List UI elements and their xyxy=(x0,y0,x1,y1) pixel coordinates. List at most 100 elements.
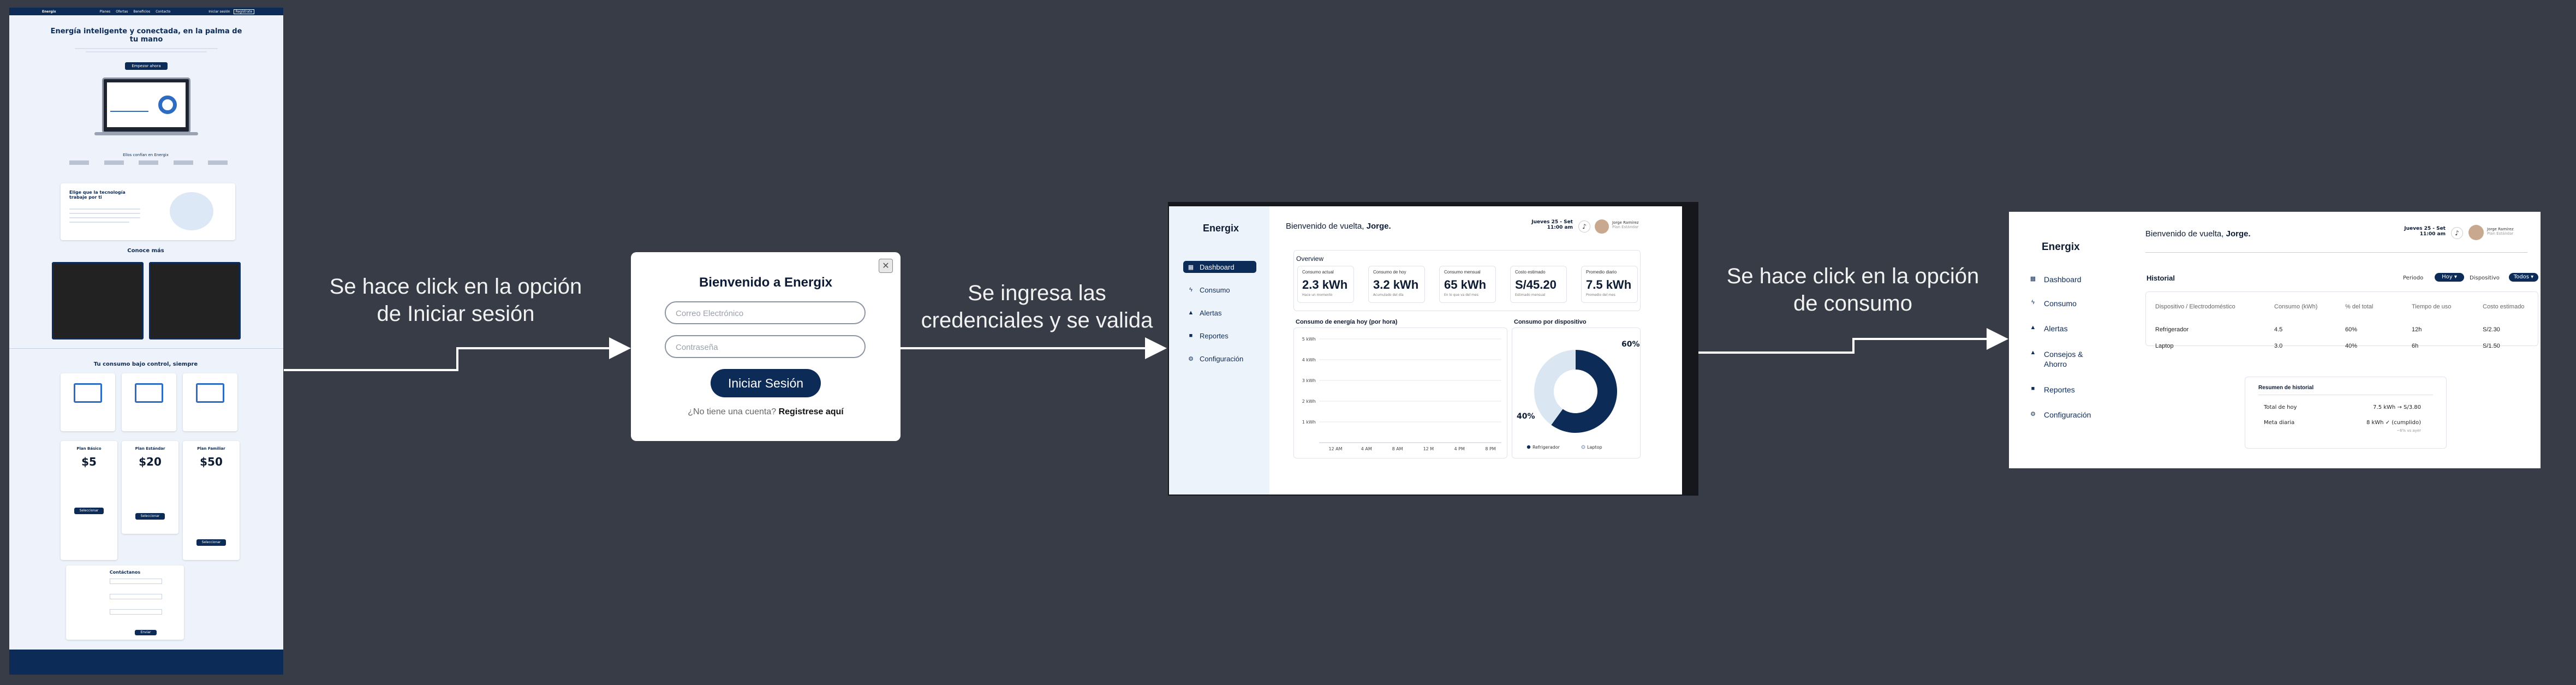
table-cell: S/2.30 xyxy=(2483,326,2500,333)
plan-price: $20 xyxy=(139,455,162,468)
password-field[interactable]: Contraseña xyxy=(665,335,866,358)
pie-chart-title: Consumo por dispositivo xyxy=(1514,319,1587,325)
landing-hero-title: Energía inteligente y conectada, en la p… xyxy=(50,27,242,44)
gear-icon: ⚙ xyxy=(1188,355,1194,362)
kpi-card: Promedio diario 7.5 kWh Promedio del mes xyxy=(1581,266,1638,303)
landing-plans-title: Tu consumo bajo control, siempre xyxy=(93,361,198,367)
sidebar-item-dashboard[interactable]: ▦ Dashboard xyxy=(2030,275,2082,284)
folder-icon: ■ xyxy=(2031,385,2035,392)
landing-register-link[interactable]: Regístrate xyxy=(233,9,255,14)
consumo-user-role: Plan Estándar xyxy=(2487,231,2514,236)
hourly-consumption-chart: 1 kWh 2 kWh 3 kWh 4 kWh 5 kWh 12 AM 4 AM 8 AM 12… xyxy=(1293,327,1507,458)
legend-swatch xyxy=(1526,445,1531,449)
video-card-1[interactable] xyxy=(52,262,144,339)
login-submit-button[interactable]: Iniciar Sesión xyxy=(711,369,821,397)
video-card-2[interactable] xyxy=(149,262,241,339)
consumo-screenshot: Energix ▦ Dashboard ϟ Consumo ▲ Alertas ▲ Co… xyxy=(2009,212,2541,468)
avatar[interactable] xyxy=(2468,225,2484,240)
plan-select-button[interactable]: Seleccionar xyxy=(196,539,226,546)
contact-send-button[interactable]: Enviar xyxy=(135,630,157,635)
legend-swatch xyxy=(1581,445,1585,449)
warning-icon: ▲ xyxy=(2030,349,2036,356)
summary-title: Resumen de historial xyxy=(2258,385,2314,391)
bell-icon[interactable]: ♪ xyxy=(2451,227,2463,239)
summary-note: −6% vs ayer xyxy=(2396,428,2421,433)
landing-brand: Energix xyxy=(42,9,56,14)
table-header: Costo estimado xyxy=(2483,303,2525,310)
history-table xyxy=(2145,291,2538,346)
bolt-icon: ϟ xyxy=(2031,299,2035,306)
sidebar-item-reportes[interactable]: ■ Reportes xyxy=(1183,330,1256,342)
dashboard-sidebar: Energix ▦ Dashboard ϟ Consumo ▲ Alertas ■ Re… xyxy=(1169,206,1269,495)
dashboard-user-name: Jorge Ramírez xyxy=(1612,221,1639,225)
table-cell: 4.5 xyxy=(2274,326,2283,333)
folder-icon: ■ xyxy=(1189,332,1193,339)
landing-login-link[interactable]: Iniciar sesión xyxy=(208,10,230,14)
sidebar-item-consumo[interactable]: ϟ Consumo xyxy=(1183,284,1256,296)
arrow-1 xyxy=(284,337,631,371)
landing-nav-planes[interactable]: Planes xyxy=(100,10,111,14)
history-summary: Resumen de historial Total de hoy 7.5 kW… xyxy=(2245,377,2447,449)
contact-field-email[interactable] xyxy=(110,594,162,599)
close-icon[interactable]: ✕ xyxy=(879,259,893,273)
no-account-text: ¿No tiene una cuenta? xyxy=(688,407,777,416)
summary-label: Total de hoy xyxy=(2264,404,2297,410)
sidebar-item-configuracion[interactable]: ⚙ Configuración xyxy=(2030,410,2091,419)
x-tick-label: 12 M xyxy=(1423,446,1434,451)
table-cell: Refrigerador xyxy=(2155,326,2189,333)
period-select[interactable]: Hoy ▾ xyxy=(2435,273,2464,282)
landing-nav-contacto[interactable]: Contacto xyxy=(156,10,170,14)
x-tick-label: 4 AM xyxy=(1361,446,1372,451)
grid-icon: ▦ xyxy=(1188,264,1194,271)
landing-sponsors-title: Ellos confían en Energix xyxy=(123,153,169,157)
feature-card-1 xyxy=(61,373,115,431)
table-header: Dispositivo / Electrodoméstico xyxy=(2155,303,2235,310)
plan-select-button[interactable]: Seleccionar xyxy=(135,513,165,520)
sidebar-item-dashboard[interactable]: ▦ Dashboard xyxy=(1183,261,1256,273)
landing-more-title: Conoce más xyxy=(127,248,164,254)
y-tick-label: 2 kWh xyxy=(1302,399,1316,404)
x-tick-label: 8 PM xyxy=(1485,446,1495,451)
sidebar-item-configuracion[interactable]: ⚙ Configuración xyxy=(1183,353,1256,365)
landing-about-title: Elige que la tecnología trabaje por ti xyxy=(69,190,126,200)
consumo-user-name: Jorge Ramírez xyxy=(2487,227,2514,231)
plan-name: Plan Estándar xyxy=(135,446,165,451)
sponsor-logos xyxy=(69,160,228,169)
device-select[interactable]: Todos ▾ xyxy=(2509,273,2538,282)
y-tick-label: 1 kWh xyxy=(1302,420,1316,425)
sidebar-item-reportes[interactable]: ■ Reportes xyxy=(2030,385,2075,394)
sidebar-item-consumo[interactable]: ϟ Consumo xyxy=(2030,299,2077,308)
email-field[interactable]: Correo Electrónico xyxy=(665,301,866,324)
table-header: Consumo (kWh) xyxy=(2274,303,2318,310)
kpi-card: Consumo de hoy 3.2 kWh Acumulado del día xyxy=(1368,266,1425,303)
landing-hero-cta[interactable]: Empezar ahora xyxy=(125,62,168,70)
dashboard-brand: Energix xyxy=(1203,223,1239,234)
feature-card-3 xyxy=(183,373,237,431)
register-link[interactable]: Registrese aquí xyxy=(779,407,844,416)
feature-card-2 xyxy=(122,373,176,431)
table-cell: 40% xyxy=(2345,343,2358,349)
landing-page-screenshot: Energix Planes Ofertas Beneficios Contac… xyxy=(9,8,283,675)
consumo-brand: Energix xyxy=(2042,241,2080,253)
avatar[interactable] xyxy=(1595,219,1609,234)
sidebar-item-alertas[interactable]: ▲ Alertas xyxy=(2030,324,2068,333)
plan-select-button[interactable]: Seleccionar xyxy=(74,508,104,514)
landing-nav-ofertas[interactable]: Ofertas xyxy=(116,10,128,14)
dashboard-welcome: Bienvenido de vuelta, xyxy=(1286,222,1364,231)
sidebar-item-consejos[interactable]: ▲ Consejos & Ahorro xyxy=(2030,349,2090,369)
contact-field-name[interactable] xyxy=(110,579,162,584)
y-tick-label: 4 kWh xyxy=(1302,358,1316,362)
login-title: Bienvenido a Energix xyxy=(699,275,833,290)
table-header: % del total xyxy=(2345,303,2374,310)
pie-value-label: 60% xyxy=(1621,340,1640,349)
bell-icon[interactable]: ♪ xyxy=(1578,221,1590,233)
sidebar-item-alertas[interactable]: ▲ Alertas xyxy=(1183,307,1256,319)
x-tick-label: 8 AM xyxy=(1392,446,1403,451)
plan-name: Plan Básico xyxy=(76,446,102,451)
table-cell: Laptop xyxy=(2155,343,2174,349)
overview-panel: Overview Consumo actual 2.3 kWh Hace un mo… xyxy=(1293,250,1641,311)
contact-form: Contáctanos Enviar xyxy=(66,565,184,640)
contact-field-message[interactable] xyxy=(110,609,162,615)
x-tick-label: 12 AM xyxy=(1328,446,1342,451)
landing-nav-beneficios[interactable]: Beneficios xyxy=(133,10,150,14)
